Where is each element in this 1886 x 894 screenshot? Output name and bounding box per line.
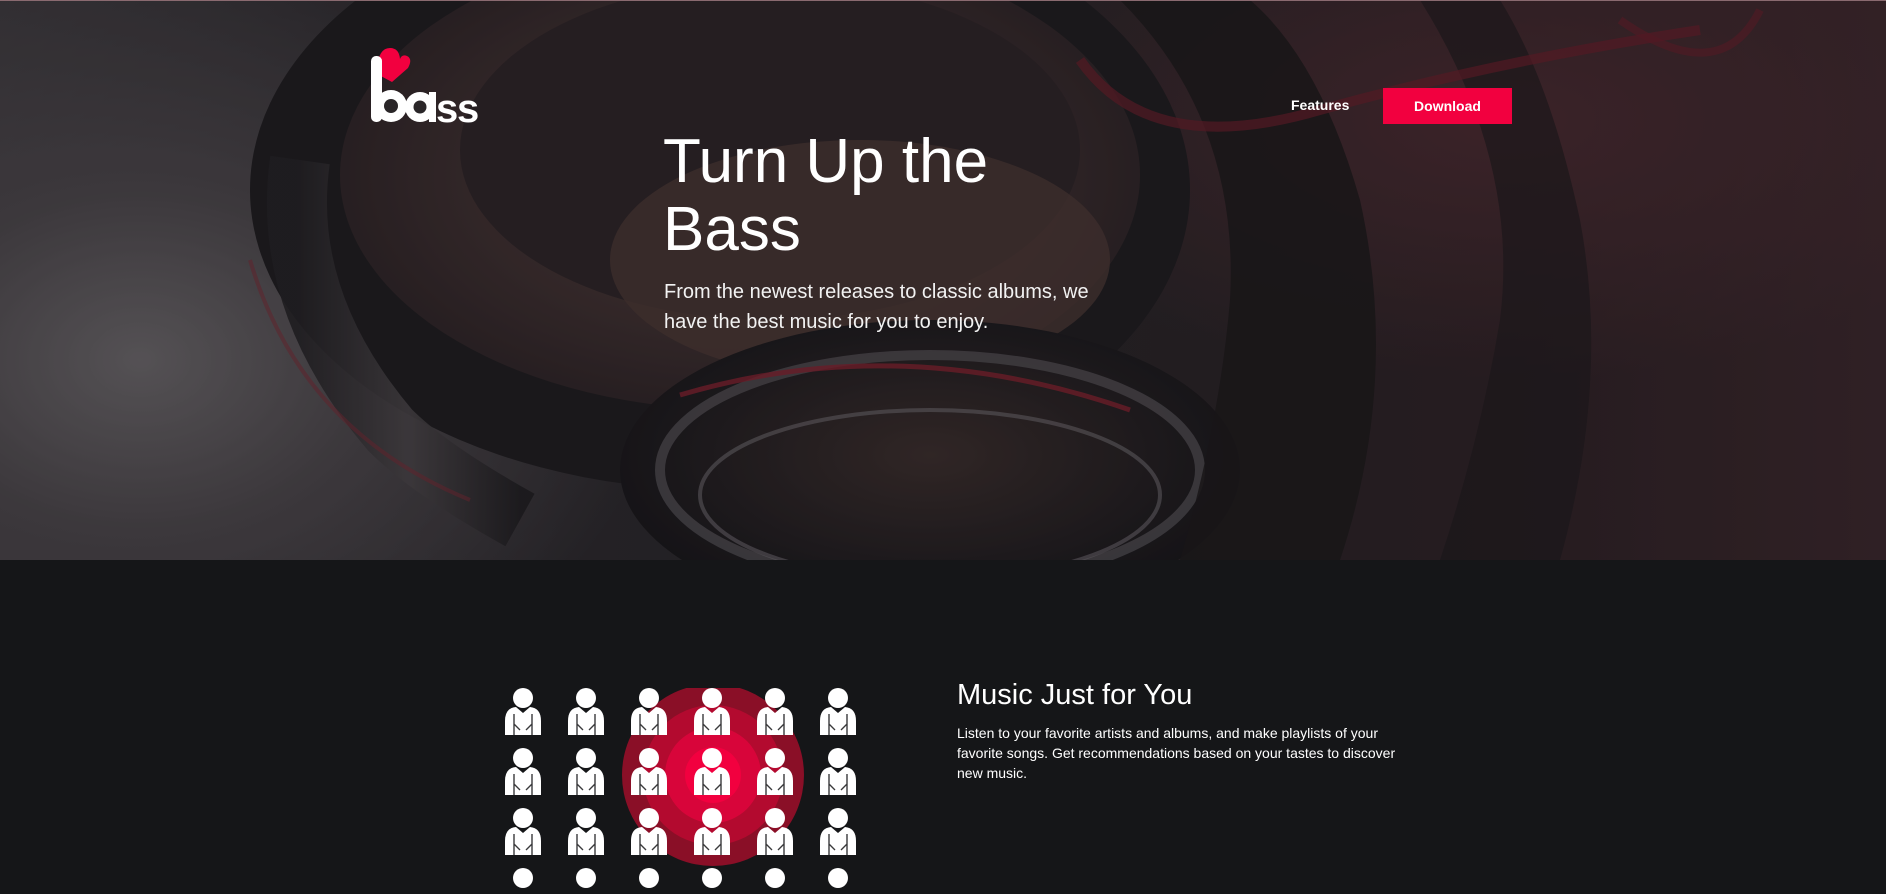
person-icon: [568, 688, 604, 735]
people-target-icon: [505, 688, 856, 888]
hero-section: s s Features Download Turn Up the Bass F…: [0, 0, 1886, 560]
top-divider: [0, 0, 1886, 1]
download-button[interactable]: Download: [1383, 88, 1512, 124]
bass-logo[interactable]: s s: [370, 46, 480, 131]
person-icon: [505, 808, 541, 855]
bass-logo-icon: s s: [371, 48, 479, 131]
svg-text:s: s: [436, 87, 458, 126]
feature-section: Music Just for You Listen to your favori…: [0, 560, 1886, 894]
feature-description: Listen to your favorite artists and albu…: [957, 725, 1396, 781]
person-icon: [505, 688, 541, 735]
person-icon: [576, 868, 596, 888]
feature-title: Music Just for You: [957, 679, 1193, 711]
person-icon: [513, 868, 533, 888]
hero-subtitle: From the newest releases to classic albu…: [664, 281, 1089, 333]
person-icon: [505, 748, 541, 795]
nav-features-link[interactable]: Features: [1291, 97, 1349, 113]
person-icon: [568, 808, 604, 855]
hero-title: Turn Up the Bass: [663, 127, 989, 264]
svg-text:s: s: [457, 87, 479, 126]
person-icon: [820, 688, 856, 735]
person-icon: [765, 868, 785, 888]
landing-page: s s Features Download Turn Up the Bass F…: [0, 0, 1886, 894]
person-icon: [820, 808, 856, 855]
person-icon: [820, 748, 856, 795]
person-icon: [639, 868, 659, 888]
person-icon: [568, 748, 604, 795]
person-icon: [828, 868, 848, 888]
person-icon: [702, 868, 722, 888]
